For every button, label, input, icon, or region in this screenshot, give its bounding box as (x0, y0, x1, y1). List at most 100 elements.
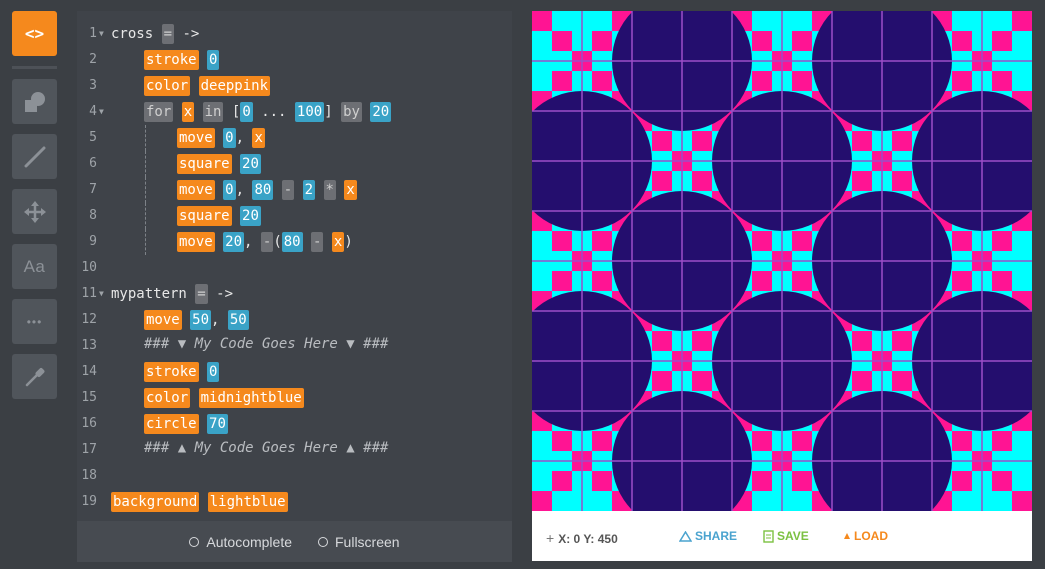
shapes-tool-button[interactable] (12, 79, 57, 124)
line-number: 7 (89, 182, 97, 197)
pink-square (752, 471, 772, 491)
line-number: 1 (89, 26, 97, 41)
number-token: 50 (190, 310, 212, 330)
code-line[interactable]: 19 background lightblue (77, 489, 512, 515)
code-line[interactable]: 17 ### ▲ My Code Goes Here ▲ ### (77, 437, 512, 463)
color-picker-tool-button[interactable] (12, 354, 57, 399)
indent-guide (145, 203, 146, 229)
code-token: [ (223, 104, 241, 120)
code-line[interactable]: 14 stroke 0 (77, 359, 512, 385)
text-tool-button[interactable]: Aa (12, 244, 57, 289)
fold-arrow-icon[interactable]: ▼ (99, 289, 104, 298)
move-tool-button[interactable] (12, 189, 57, 234)
pink-square (1012, 491, 1032, 511)
pink-square (792, 231, 812, 251)
number-token: 70 (207, 414, 228, 434)
pink-square (752, 431, 772, 451)
keyword-token: move (177, 180, 215, 200)
keyword-token: color (144, 76, 191, 96)
number-token: 100 (294, 102, 325, 122)
code-line[interactable]: 2 stroke 0 (77, 47, 512, 73)
operator-token: - (281, 180, 295, 200)
code-token: -> (174, 26, 200, 42)
keyword-token: circle (144, 414, 199, 434)
pink-square (552, 471, 572, 491)
indent-guide (145, 229, 146, 255)
code-line[interactable]: 16 circle 70 (77, 411, 512, 437)
code-text: ### ▼ My Code Goes Here ▼ ### (144, 336, 388, 352)
number-token: 20 (370, 102, 392, 122)
keyword-token: background (111, 492, 200, 512)
line-number: 19 (81, 494, 97, 509)
code-text: stroke 0 (144, 50, 220, 70)
line-number: 11 (81, 286, 97, 301)
pink-square (892, 331, 912, 351)
code-line[interactable]: 8 square 20 (77, 203, 512, 229)
keyword-token: deeppink (198, 76, 271, 96)
pink-square (1012, 11, 1032, 31)
pink-square (752, 231, 772, 251)
code-line[interactable]: 13 ### ▼ My Code Goes Here ▼ ### (77, 333, 512, 359)
keyword-token: move (177, 232, 215, 252)
code-line[interactable]: 12 move 50, 50 (77, 307, 512, 333)
more-tool-button[interactable]: ••• (12, 299, 57, 344)
code-line[interactable]: 10 (77, 255, 512, 281)
code-line[interactable]: 6 square 20 (77, 151, 512, 177)
operator-token: = (195, 284, 208, 304)
code-tool-button[interactable]: <> (12, 11, 57, 56)
fold-arrow-icon[interactable]: ▼ (99, 29, 104, 38)
share-button[interactable]: SHARE (679, 529, 737, 543)
fullscreen-radio-icon (318, 536, 328, 547)
keyword-token: color (144, 388, 191, 408)
pink-square (592, 31, 612, 51)
line-number: 13 (81, 338, 97, 353)
code-line[interactable]: 15 color midnightblue (77, 385, 512, 411)
code-token: , (235, 130, 253, 146)
autocomplete-toggle[interactable]: Autocomplete (189, 534, 292, 550)
pink-square (952, 71, 972, 91)
operator-token: for (144, 102, 174, 122)
number-token: 2 (302, 180, 316, 200)
code-editor[interactable]: 1 ▼ cross = -> 2 stroke 0 3 color deeppink 4 ▼ fo… (77, 11, 512, 521)
code-line[interactable]: 3 color deeppink (77, 73, 512, 99)
code-token: mypattern (111, 286, 196, 302)
code-token: ... (252, 104, 295, 120)
load-button[interactable]: LOAD (843, 529, 888, 543)
line-number: 6 (89, 156, 97, 171)
output-canvas[interactable] (532, 11, 1032, 511)
code-line[interactable]: 7 move 0, 80 - 2 * x (77, 177, 512, 203)
number-token: 0 (207, 50, 220, 70)
pink-square (692, 131, 712, 151)
save-button[interactable]: SAVE (763, 529, 809, 543)
fullscreen-label: Fullscreen (335, 533, 400, 550)
pink-square (532, 11, 552, 31)
operator-token: * (323, 180, 336, 200)
line-tool-button[interactable] (12, 134, 57, 179)
code-line[interactable]: 18 (77, 463, 512, 489)
code-line[interactable]: 9 move 20, -(80 - x) (77, 229, 512, 255)
code-text: color midnightblue (144, 388, 304, 408)
code-text: square 20 (177, 154, 261, 174)
upload-triangle-icon (844, 533, 850, 539)
code-line[interactable]: 4 ▼ for x in [0 ... 100] by 20 (77, 99, 512, 125)
code-line[interactable]: 1 ▼ cross = -> (77, 21, 512, 47)
number-token: 0 (240, 102, 253, 122)
fullscreen-toggle[interactable]: Fullscreen (318, 534, 400, 550)
line-number: 3 (89, 78, 97, 93)
code-text: background lightblue (111, 492, 288, 512)
code-line[interactable]: 5 move 0, x (77, 125, 512, 151)
code-text: for x in [0 ... 100] by 20 (144, 102, 392, 122)
code-token: ) (344, 234, 353, 250)
keyword-token: stroke (144, 50, 199, 70)
code-line[interactable]: 11 ▼ mypattern = -> (77, 281, 512, 307)
fold-arrow-icon[interactable]: ▼ (99, 107, 104, 116)
